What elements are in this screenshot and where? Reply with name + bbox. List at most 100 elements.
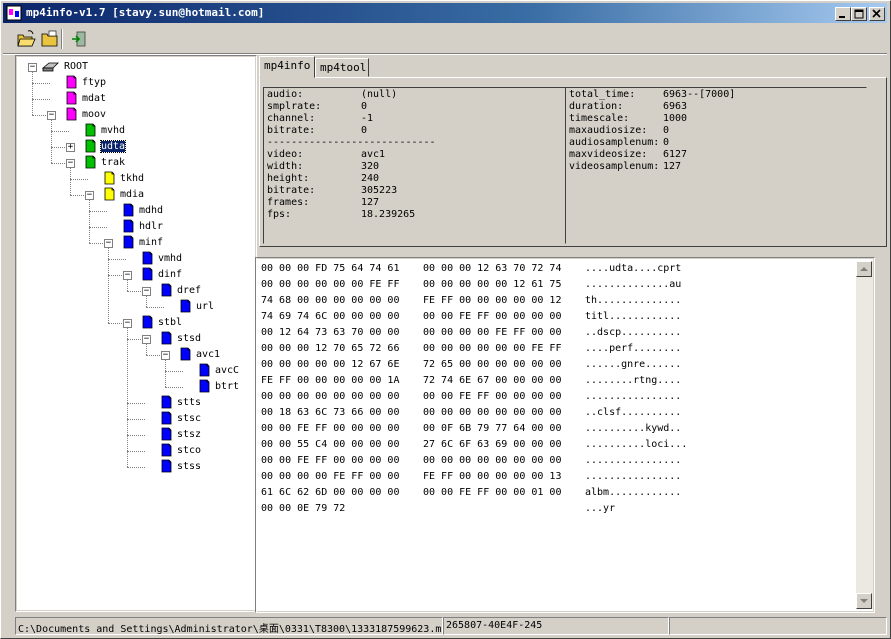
hex-bytes-b: 00 00 FE FF 00 00 00 00	[423, 311, 562, 322]
tree-node[interactable]: dref	[17, 283, 253, 299]
hex-ascii: albm............	[585, 487, 682, 498]
atom-icon	[161, 283, 172, 297]
atom-icon	[142, 315, 153, 329]
info-value: 18.239265	[361, 209, 416, 220]
info-key: timescale:	[569, 113, 630, 124]
hex-bytes-b: FE FF 00 00 00 00 00 12	[423, 295, 562, 306]
info-row: video:	[267, 149, 303, 161]
info-key: audio:	[267, 89, 304, 100]
tree-node[interactable]: ftyp	[17, 75, 253, 91]
tree-node[interactable]: mdhd	[17, 203, 253, 219]
tree-node[interactable]: mdia	[17, 187, 253, 203]
tree-node-label: mdia	[120, 189, 145, 200]
tree-node[interactable]: stco	[17, 443, 253, 459]
tree-node-label: udta	[99, 140, 127, 153]
atom-tree[interactable]: − ROOT ftyp mdat − moov mvhd + udta − trak tkhd − mdi…	[17, 57, 255, 610]
tree-node-label: avcC	[215, 365, 240, 376]
tree-node[interactable]: stsd	[17, 331, 253, 347]
hex-ascii: ................	[585, 391, 682, 402]
hex-bytes-a: 00 00 55 C4 00 00 00 00	[261, 439, 400, 450]
app-icon	[6, 5, 22, 21]
info-row: total_time:	[569, 89, 635, 101]
minimize-icon	[839, 16, 845, 18]
hex-bytes-a: 74 68 00 00 00 00 00 00	[261, 295, 400, 306]
tree-node[interactable]: hdlr	[17, 219, 253, 235]
hex-row: 00 00 00 00 FE FF 00 00 FE FF 00 00 00 00…	[261, 471, 861, 487]
minimize-button[interactable]	[835, 7, 851, 21]
info-key: frames:	[267, 197, 310, 208]
info-value: 127	[361, 197, 380, 208]
info-value: 127	[663, 161, 682, 172]
tree-node-label: stsc	[177, 413, 202, 424]
exit-button[interactable]	[69, 28, 91, 50]
title-bar[interactable]: mp4info-v1.7 [stavy.sun@hotmail.com]	[3, 3, 887, 23]
tree-node[interactable]: stts	[17, 395, 253, 411]
hex-view[interactable]: 00 00 00 FD 75 64 74 61 00 00 00 12 63 70…	[257, 259, 873, 611]
info-row: audiosamplenum:	[569, 137, 659, 149]
tree-node-label: moov	[82, 109, 107, 120]
info-row: maxvideosize:	[569, 149, 647, 161]
tree-node[interactable]: mvhd	[17, 123, 253, 139]
atom-icon	[142, 267, 153, 281]
open-folder-button[interactable]	[39, 28, 61, 50]
tree-node[interactable]: tkhd	[17, 171, 253, 187]
open-file-button[interactable]	[15, 28, 37, 50]
info-value: (null)	[361, 89, 398, 100]
info-value: 6963--[7000]	[663, 89, 736, 100]
info-key: bitrate:	[267, 185, 316, 196]
atom-icon	[66, 91, 77, 105]
scroll-up-button[interactable]	[856, 261, 872, 277]
app-window: mp4info-v1.7 [stavy.sun@hotmail.com] − R…	[0, 0, 891, 639]
close-button[interactable]	[869, 7, 885, 21]
tab-mp4tool[interactable]: mp4tool	[315, 58, 369, 77]
open-folder-icon	[17, 30, 36, 47]
info-key: audiosamplenum:	[569, 137, 660, 148]
tree-node[interactable]: stsz	[17, 427, 253, 443]
tree-node-label: dref	[177, 285, 202, 296]
tree-node[interactable]: trak	[17, 155, 253, 171]
arrow-up-icon	[860, 267, 868, 271]
tree-node[interactable]: minf	[17, 235, 253, 251]
info-row: smplrate:	[267, 101, 321, 113]
tree-node[interactable]: vmhd	[17, 251, 253, 267]
tree-node[interactable]: avc1	[17, 347, 253, 363]
tree-node[interactable]: udta	[17, 139, 253, 155]
tree-node[interactable]: btrt	[17, 379, 253, 395]
tree-node-label: minf	[139, 237, 164, 248]
atom-icon	[123, 219, 134, 233]
hex-bytes-b: 00 00 FE FF 00 00 00 00	[423, 391, 562, 402]
hex-scrollbar[interactable]	[856, 261, 873, 609]
tree-node[interactable]: stbl	[17, 315, 253, 331]
info-value: 6127	[663, 149, 688, 160]
hex-bytes-b: FE FF 00 00 00 00 00 13	[423, 471, 562, 482]
hex-row: 00 00 FE FF 00 00 00 00 00 00 00 00 00 00…	[261, 455, 861, 471]
info-key: smplrate:	[267, 101, 322, 112]
hex-ascii: titl............	[585, 311, 682, 322]
tree-node[interactable]: ROOT	[17, 59, 253, 75]
tree-node[interactable]: avcC	[17, 363, 253, 379]
hex-bytes-b: 00 00 00 00 00 00 FE FF	[423, 343, 562, 354]
info-value-row: 6963	[663, 101, 687, 113]
info-key: maxvideosize:	[569, 149, 648, 160]
status-code: 265807-40E4F-245	[443, 617, 669, 635]
info-panel: audio: (null) smplrate: 0 channel: -1 bitrate…	[259, 77, 887, 247]
tree-node[interactable]: dinf	[17, 267, 253, 283]
toolbar-separator	[61, 29, 63, 49]
maximize-button[interactable]	[851, 7, 867, 21]
hex-row: 00 00 0E 79 72 ...yr	[261, 503, 861, 519]
atom-icon	[85, 155, 96, 169]
hex-bytes-a: 00 00 FE FF 00 00 00 00	[261, 423, 400, 434]
hex-bytes-b: 72 65 00 00 00 00 00 00	[423, 359, 562, 370]
info-key: ----------------------------	[267, 137, 436, 148]
hex-bytes-a: 00 00 00 12 70 65 72 66	[261, 343, 400, 354]
tree-node[interactable]: moov	[17, 107, 253, 123]
window-title: mp4info-v1.7 [stavy.sun@hotmail.com]	[26, 6, 265, 19]
tree-node[interactable]: url	[17, 299, 253, 315]
tree-node[interactable]: stsc	[17, 411, 253, 427]
hex-bytes-b: 72 74 6E 67 00 00 00 00	[423, 375, 562, 386]
tree-node-label: ftyp	[82, 77, 107, 88]
scroll-down-button[interactable]	[856, 593, 872, 609]
tab-mp4info[interactable]: mp4info	[259, 56, 315, 78]
tree-node[interactable]: stss	[17, 459, 253, 475]
tree-node[interactable]: mdat	[17, 91, 253, 107]
